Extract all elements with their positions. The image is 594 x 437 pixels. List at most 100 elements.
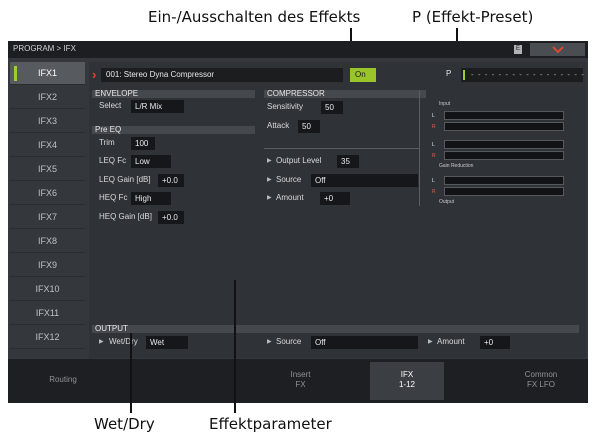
output-level-field[interactable]: 35 [337,155,359,168]
heq-gain-field[interactable]: +0.0 [158,211,184,224]
preset-label: P [446,69,452,78]
leq-gain-label: LEQ Gain [dB] [99,175,151,184]
output-section-header: OUTPUT [92,325,579,333]
sidebar-item-ifx9[interactable]: IFX9 [10,254,85,277]
sidebar-item-label: IFX2 [37,92,57,102]
leq-gain-field[interactable]: +0.0 [158,174,184,187]
sidebar-item-label: IFX8 [37,236,57,246]
output-meter-right [444,187,564,196]
leader-line-wet-dry [130,333,132,413]
output-amount-field[interactable]: +0 [480,336,510,349]
gain-reduction-meter-left [444,140,564,149]
tab-label-line-1: IFX [400,370,414,379]
callout-parameters: Effektparameter [209,415,332,433]
triangle-right-icon: ▶ [267,195,272,201]
sidebar-item-ifx5[interactable]: IFX5 [10,158,85,181]
gain-reduction-label: Gain Reduction [439,163,474,169]
envelope-select-field[interactable]: L/R Mix [131,100,184,113]
sensitivity-label: Sensitivity [267,102,304,111]
heq-fc-label: HEQ Fc [99,193,128,202]
input-meter-right [444,122,564,131]
output-source-label: Source [276,337,302,346]
device-screen: PROGRAM > IFX E IFX1 IFX2 IFX3 IFX4 IFX5… [8,41,588,403]
effect-preset-selector[interactable]: - - - - - - - - - - - - - - - - - - - - … [461,68,588,82]
tab-label-line-2: 1-12 [398,380,415,389]
sidebar-item-label: IFX7 [37,212,57,222]
amount-field[interactable]: +0 [320,192,350,205]
compressor-section-header: COMPRESSOR [264,90,426,98]
tab-insert-fx[interactable]: Insert FX [264,362,337,400]
channel-l-label: L [432,113,435,119]
gain-reduction-meter-right [444,151,564,160]
callout-wet-dry: Wet/Dry [94,415,155,433]
triangle-right-icon: ▶ [428,339,433,345]
system-icon[interactable]: E [514,45,522,54]
page-menu-button[interactable] [530,43,585,56]
tab-common-fx-lfo[interactable]: Common FX LFO [498,362,584,400]
sidebar-item-ifx3[interactable]: IFX3 [10,110,85,133]
sidebar-item-label: IFX6 [37,188,57,198]
sidebar-item-ifx11[interactable]: IFX11 [10,302,85,325]
triangle-right-icon: ▶ [99,339,104,345]
channel-l-label: L [432,142,435,148]
tab-ifx-1-12[interactable]: IFX 1-12 [370,362,444,400]
effect-on-off-button[interactable]: On [350,68,376,82]
sidebar-item-label: IFX9 [37,260,57,270]
preset-value: - - - - - - - - - - - - - - - - - - - - … [471,70,588,79]
trim-field[interactable]: 100 [131,137,155,150]
wet-dry-field[interactable]: Wet [146,336,188,349]
triangle-right-icon: ▶ [267,339,272,345]
heq-gain-label: HEQ Gain [dB] [99,212,152,221]
tab-routing[interactable]: Routing [8,362,118,400]
channel-r-label: R [432,124,436,130]
leq-fc-label: LEQ Fc [99,156,127,165]
sidebar-item-label: IFX10 [35,284,60,294]
attack-label: Attack [267,121,290,130]
selected-indicator [14,66,17,81]
sidebar-item-label: IFX4 [37,140,57,150]
tab-label-line-2: FX [295,380,306,389]
manual-figure: Ein-/Ausschalten des Effekts P (Effekt-P… [0,0,594,437]
heq-fc-field[interactable]: High [131,192,171,205]
sidebar-item-label: IFX12 [35,332,60,342]
output-amount-label: Amount [437,337,465,346]
top-bar: PROGRAM > IFX E [8,41,588,58]
channel-l-label: L [432,178,435,184]
input-meter-left [444,111,564,120]
sidebar-item-ifx2[interactable]: IFX2 [10,86,85,109]
output-source-field[interactable]: Off [311,336,418,349]
output-meter-left [444,176,564,185]
tab-label-line-1: Common [524,370,558,379]
sidebar-item-ifx8[interactable]: IFX8 [10,230,85,253]
sidebar-item-ifx6[interactable]: IFX6 [10,182,85,205]
output-meter-label: Output [439,199,455,205]
effect-type-selector[interactable]: 001: Stereo Dyna Compressor [101,68,343,82]
wet-dry-label: Wet/Dry [109,337,138,346]
chevron-down-icon [552,46,564,53]
callout-preset: P (Effekt-Preset) [412,8,534,26]
sidebar-item-ifx1[interactable]: IFX1 [10,62,85,85]
input-meter-label: Input [439,101,451,107]
callout-effect-toggle: Ein-/Ausschalten des Effekts [148,8,361,26]
tab-label-line-1: Insert [290,370,311,379]
source-label: Source [276,175,302,184]
sidebar-item-ifx10[interactable]: IFX10 [10,278,85,301]
channel-r-label: R [432,189,436,195]
select-label: Select [99,101,122,110]
attack-field[interactable]: 50 [298,120,320,133]
sidebar-item-ifx4[interactable]: IFX4 [10,134,85,157]
chevron-right-icon[interactable]: › [92,67,96,82]
sidebar-item-label: IFX11 [35,308,60,318]
channel-r-label: R [432,153,436,159]
sidebar-item-ifx7[interactable]: IFX7 [10,206,85,229]
sidebar-item-ifx12[interactable]: IFX12 [10,326,85,349]
leq-fc-field[interactable]: Low [131,155,171,168]
source-field[interactable]: Off [311,174,418,187]
tab-label: Routing [49,375,77,384]
breadcrumb: PROGRAM > IFX [13,44,76,53]
trim-label: Trim [99,138,115,147]
meter-divider [419,90,420,206]
divider [264,148,419,149]
tab-label-line-2: FX LFO [526,380,555,389]
sensitivity-field[interactable]: 50 [321,101,343,114]
